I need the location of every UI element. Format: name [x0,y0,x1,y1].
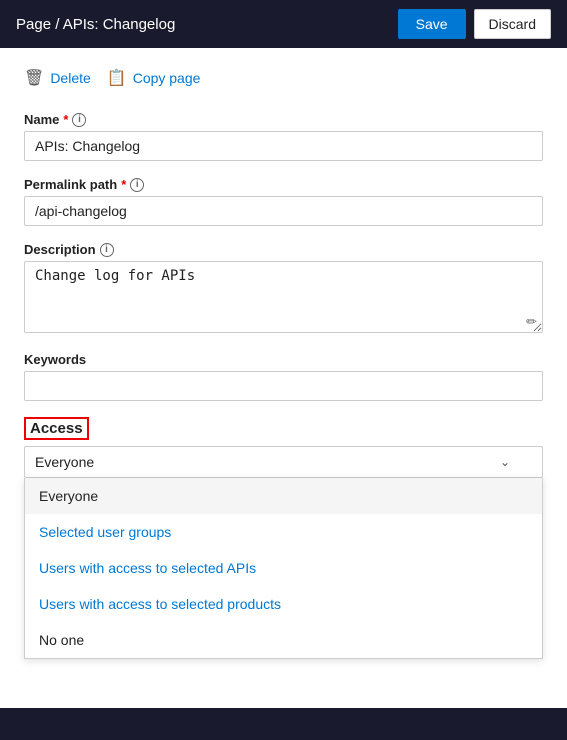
permalink-info-icon[interactable]: i [130,178,144,192]
permalink-required: * [121,177,126,192]
delete-icon: 🗑 [24,68,44,88]
name-required: * [63,112,68,127]
access-select[interactable]: Everyone ⌄ [24,446,543,478]
name-input[interactable] [24,131,543,161]
description-info-icon[interactable]: i [100,243,114,257]
access-option-no-one[interactable]: No one [25,622,542,658]
description-field-group: Description i Change log for <span class… [24,242,543,336]
name-label: Name * i [24,112,543,127]
main-content: 🗑 Delete 📋 Copy page Name * i Permalink … [0,48,567,518]
permalink-field-group: Permalink path * i [24,177,543,226]
description-wrapper: Change log for <span class="description-… [24,261,543,336]
access-label: Access [24,417,543,446]
edit-icon[interactable]: ✏ [526,314,537,330]
access-option-selected-products[interactable]: Users with access to selected products [25,586,542,622]
name-field-group: Name * i [24,112,543,161]
delete-link[interactable]: 🗑 Delete [24,68,91,88]
keywords-label: Keywords [24,352,543,367]
description-input[interactable]: Change log for <span class="description-… [24,261,543,333]
header-actions: Save Discard [398,9,551,39]
access-field-group: Access Everyone ⌄ Everyone Selected user… [24,417,543,478]
access-selected-value: Everyone [35,454,94,470]
keywords-input[interactable] [24,371,543,401]
access-dropdown-menu: Everyone Selected user groups Users with… [24,478,543,659]
access-option-selected-apis[interactable]: Users with access to selected APIs [25,550,542,586]
copy-page-link[interactable]: 📋 Copy page [107,68,201,88]
access-option-selected-groups[interactable]: Selected user groups [25,514,542,550]
access-select-wrapper: Everyone ⌄ Everyone Selected user groups… [24,446,543,478]
page-title: Page / APIs: Changelog [16,16,175,33]
page-header: Page / APIs: Changelog Save Discard [0,0,567,48]
access-option-everyone[interactable]: Everyone [25,478,542,514]
chevron-down-icon: ⌄ [500,455,510,469]
discard-button[interactable]: Discard [474,9,551,39]
save-button[interactable]: Save [398,9,466,39]
permalink-input[interactable] [24,196,543,226]
top-actions: 🗑 Delete 📋 Copy page [24,68,543,88]
permalink-label: Permalink path * i [24,177,543,192]
bottom-bar [0,708,567,740]
copy-icon: 📋 [107,68,127,88]
name-info-icon[interactable]: i [72,113,86,127]
description-label: Description i [24,242,543,257]
keywords-field-group: Keywords [24,352,543,401]
